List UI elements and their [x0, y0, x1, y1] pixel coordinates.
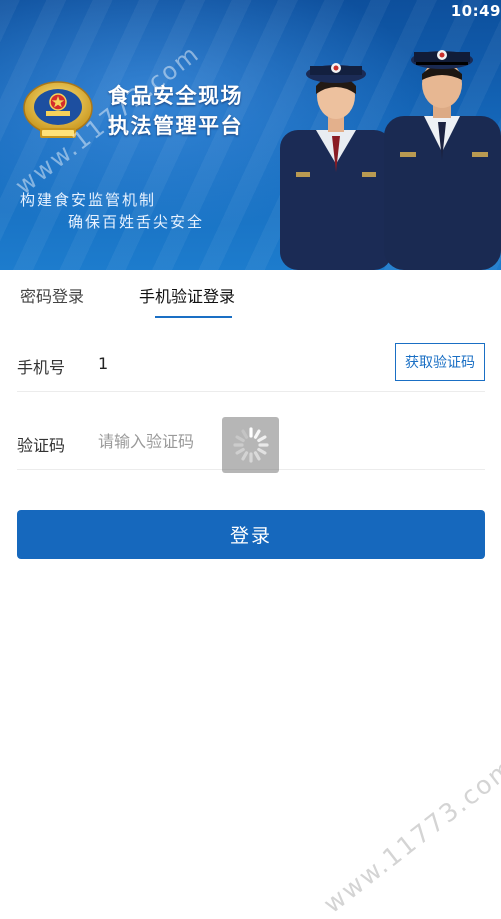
banner-slogan-line2: 确保百姓舌尖安全 [68, 213, 205, 231]
loading-overlay [222, 417, 279, 473]
header-banner: 食品安全现场 执法管理平台 构建食安监管机制 确保百姓舌尖安全 10:49 ww… [0, 0, 501, 270]
watermark-bottom: www.11773.com [318, 752, 501, 919]
login-button[interactable]: 登录 [17, 510, 485, 559]
officer-right [384, 50, 501, 270]
status-bar-time: 10:49 [450, 2, 501, 20]
phone-label: 手机号 [17, 358, 66, 377]
tab-password-login[interactable]: 密码登录 [20, 283, 84, 307]
tab-sms-login[interactable]: 手机验证登录 [139, 283, 235, 307]
phone-input[interactable] [98, 354, 378, 373]
officers-photo [280, 50, 501, 270]
active-tab-indicator [155, 316, 232, 318]
officer-left [280, 63, 392, 270]
loading-spinner-icon [232, 427, 269, 463]
code-input[interactable] [98, 432, 228, 451]
banner-slogan-line1: 构建食安监管机制 [20, 191, 157, 209]
get-code-button[interactable]: 获取验证码 [395, 343, 485, 381]
code-label: 验证码 [17, 436, 66, 455]
phone-row-divider [17, 391, 485, 392]
